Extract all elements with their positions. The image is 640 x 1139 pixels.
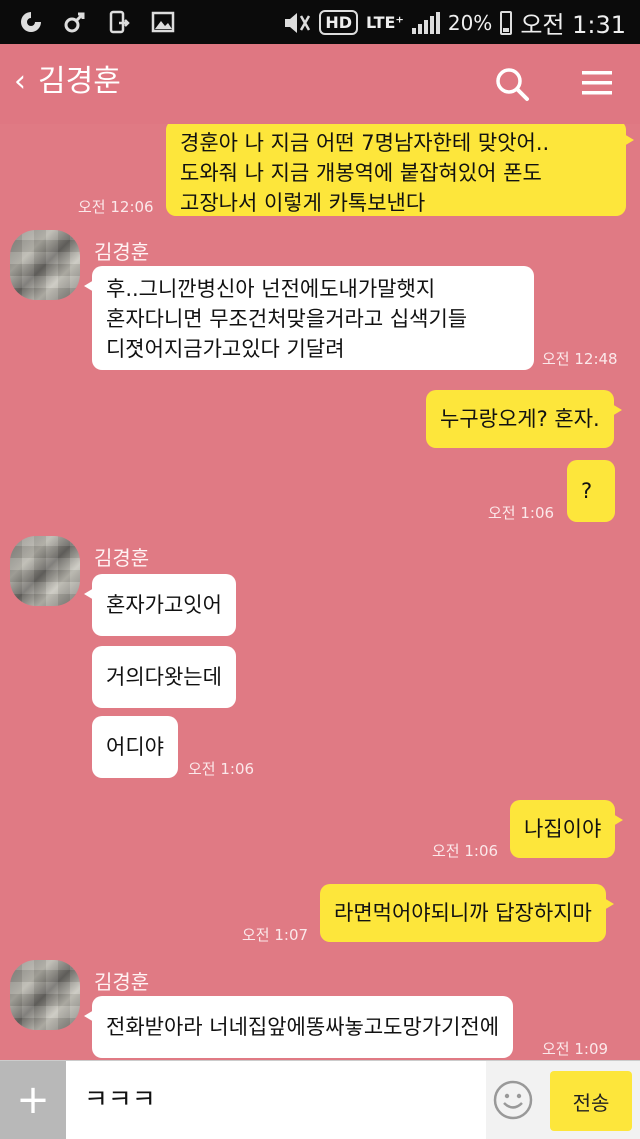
- message-line: 고장나서 이렇게 카톡보낸다: [180, 191, 426, 215]
- message-line: 나집이야: [524, 817, 602, 841]
- my-message[interactable]: 경훈아 나 지금 어떤 7명남자한테 맞앗어.. 도와줘 나 지금 개봉역에 붙…: [166, 124, 634, 216]
- avatar[interactable]: [10, 230, 80, 300]
- male-symbol-icon: [60, 7, 90, 37]
- message-time: 오전 1:09: [542, 1040, 609, 1058]
- search-icon[interactable]: [492, 64, 532, 104]
- sender-name: 김경훈: [94, 970, 150, 994]
- battery-percent: 20%: [447, 10, 493, 35]
- their-message[interactable]: 거의다왓는데: [92, 646, 236, 708]
- status-bar: HD LTE⁺ 20% 오전 1:31: [0, 0, 640, 44]
- message-line: 전화받아라 너네집앞에똥싸놓고도망가기전에: [106, 1015, 500, 1039]
- message-time: 오전 1:06: [488, 504, 555, 522]
- emoji-icon[interactable]: [492, 1079, 534, 1121]
- message-line: 혼자다니면 무조건처맞을거라고 십색기들: [106, 307, 468, 331]
- my-message[interactable]: 누구랑오게? 혼자.: [426, 390, 622, 448]
- message-line: 누구랑오게? 혼자.: [440, 407, 600, 431]
- their-message[interactable]: 어디야: [92, 716, 178, 778]
- system-status: HD LTE⁺ 20% 오전 1:31: [281, 5, 626, 40]
- their-message[interactable]: 후..그니깐병신아 넌전에도내가말햇지 혼자다니면 무조건처맞을거라고 십색기들…: [84, 266, 534, 370]
- attach-plus-button[interactable]: +: [0, 1061, 66, 1139]
- message-input[interactable]: ㅋㅋㅋ: [66, 1061, 486, 1139]
- my-message[interactable]: ?: [567, 460, 615, 522]
- send-button[interactable]: 전송: [550, 1071, 632, 1131]
- message-line: 혼자가고잇어: [106, 593, 222, 617]
- message-line: 어디야: [106, 735, 164, 759]
- sender-name: 김경훈: [94, 546, 150, 570]
- chat-header: ‹ 김경훈: [0, 44, 640, 124]
- my-message[interactable]: 라면먹어야되니까 답장하지마: [320, 884, 614, 942]
- hd-badge: HD: [319, 10, 359, 35]
- sender-name: 김경훈: [94, 240, 150, 264]
- message-time: 오전 1:06: [432, 842, 499, 860]
- message-line: 후..그니깐병신아 넌전에도내가말햇지: [106, 277, 436, 301]
- their-message[interactable]: 혼자가고잇어: [84, 574, 236, 636]
- menu-icon[interactable]: [580, 68, 614, 98]
- signal-icon: [411, 11, 440, 34]
- clock: 오전 1:31: [520, 11, 626, 39]
- message-list[interactable]: 경훈아 나 지금 어떤 7명남자한테 맞앗어.. 도와줘 나 지금 개봉역에 붙…: [0, 124, 640, 1060]
- mute-icon: [285, 12, 311, 33]
- my-message[interactable]: 나집이야: [510, 800, 624, 858]
- message-line: 도와줘 나 지금 개봉역에 붙잡혀있어 폰도: [180, 161, 542, 185]
- message-line: ?: [581, 479, 593, 503]
- message-line: 디졋어지금가고있다 기달려: [106, 337, 345, 361]
- notification-icons: [16, 7, 178, 37]
- app-notification-icon: [16, 7, 46, 37]
- message-line: 라면먹어야되니까 답장하지마: [334, 901, 592, 925]
- network-type: LTE⁺: [366, 13, 404, 32]
- screen-notification-icon: [104, 7, 134, 37]
- message-line: 거의다왓는데: [106, 665, 222, 689]
- battery-icon: [500, 10, 513, 35]
- message-time: 오전 12:06: [78, 198, 154, 216]
- their-message[interactable]: 전화받아라 너네집앞에똥싸놓고도망가기전에: [83, 996, 514, 1058]
- chat-title: 김경훈: [38, 64, 121, 99]
- gallery-icon: [148, 7, 178, 37]
- message-input-bar: + ㅋㅋㅋ 전송: [0, 1060, 640, 1139]
- message-line: 경훈아 나 지금 어떤 7명남자한테 맞앗어..: [180, 131, 550, 155]
- avatar[interactable]: [10, 536, 80, 606]
- message-time: 오전 1:07: [242, 926, 309, 944]
- message-time: 오전 1:06: [188, 760, 255, 778]
- avatar[interactable]: [10, 960, 80, 1030]
- message-time: 오전 12:48: [542, 350, 618, 368]
- back-icon[interactable]: ‹: [8, 62, 32, 102]
